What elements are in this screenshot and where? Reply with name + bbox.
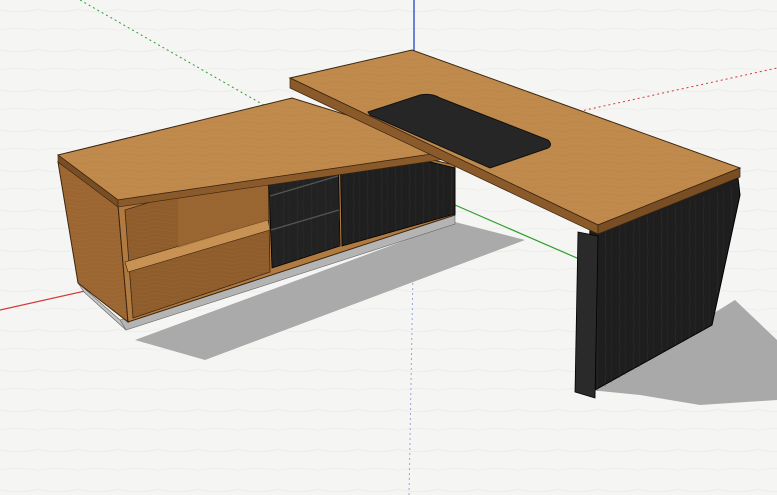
3d-model-viewport[interactable] [0,0,777,495]
scene-canvas [0,0,777,495]
desk-leg-edge [574,231,599,399]
